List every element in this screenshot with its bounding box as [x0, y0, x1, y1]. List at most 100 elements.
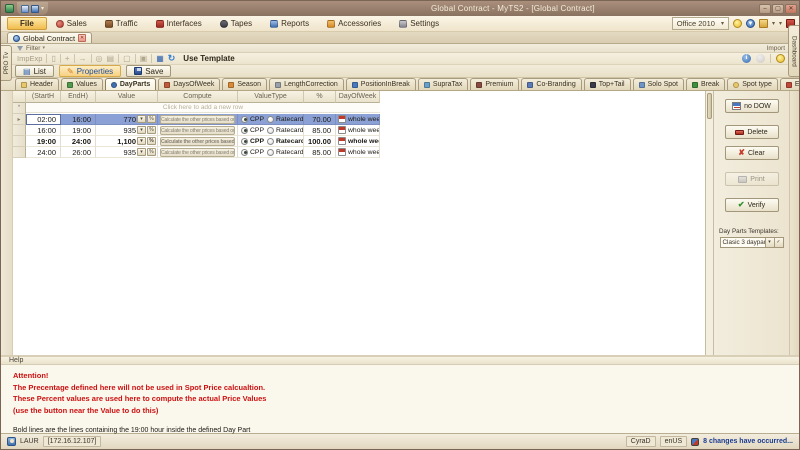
radio-ratecard[interactable]: Ratecard — [267, 138, 304, 145]
ribbon-tab-accessories[interactable]: Accessories — [318, 17, 390, 30]
cell-value[interactable]: 1,100▾% — [96, 136, 158, 147]
tab-lengthcorrection[interactable]: LengthCorrection — [269, 78, 344, 90]
cell-endh[interactable]: 26:00 — [61, 147, 96, 158]
cell-dayofweek[interactable]: whole week — [336, 125, 380, 136]
cell-value[interactable]: 935▾% — [96, 147, 158, 158]
vertical-scrollbar[interactable] — [705, 91, 713, 355]
copy-icon[interactable]: ▢ — [123, 54, 131, 63]
grid-icon[interactable]: ▣ — [140, 54, 148, 63]
ribbon-tab-reports[interactable]: Reports — [261, 17, 318, 30]
tab-daysofweek[interactable]: DaysOfWeek — [158, 78, 220, 90]
ribbon-tab-tapes[interactable]: Tapes — [211, 17, 261, 30]
doc-tab-close-icon[interactable]: ✕ — [78, 34, 86, 42]
tab-dayparts[interactable]: DayParts — [105, 78, 156, 90]
tab-solospot[interactable]: Solo Spot — [633, 78, 684, 90]
cell-dayofweek[interactable]: whole week — [336, 136, 380, 147]
filter-label[interactable]: Filter — [26, 45, 40, 52]
refresh-icon[interactable]: ↻ — [168, 54, 176, 63]
col-header-valuetype[interactable]: ValueType — [238, 91, 304, 103]
compute-prices-button[interactable]: Calculate the other prices based on % — [160, 148, 235, 157]
filter-caret-icon[interactable]: ▾ — [42, 45, 45, 51]
row-selector[interactable] — [13, 136, 26, 147]
col-header-percent[interactable]: % — [304, 91, 336, 103]
templates-dropdown-icon[interactable]: ▾ — [765, 238, 774, 247]
value-dropdown-button[interactable]: ▾ — [137, 126, 146, 134]
cell-dayofweek[interactable]: whole week — [336, 147, 380, 158]
ribbon-tab-traffic[interactable]: Traffic — [96, 17, 147, 30]
cell-value[interactable]: 935▾% — [96, 125, 158, 136]
verify-button[interactable]: ✔Verify — [725, 198, 779, 212]
delete-button[interactable]: Delete — [725, 125, 779, 139]
row-selector[interactable] — [13, 147, 26, 158]
value-compute-button[interactable]: % — [147, 126, 156, 134]
save-button[interactable]: Save — [126, 65, 171, 77]
tab-extrainfo[interactable]: ExtraInfo — [780, 78, 800, 90]
tools-caret-icon[interactable]: ▾ — [779, 20, 782, 27]
cell-value[interactable]: 770▾% — [96, 114, 158, 125]
ribbon-tab-settings[interactable]: Settings — [390, 17, 448, 30]
compute-prices-button[interactable]: Calculate the other prices based on % — [160, 137, 235, 146]
list-button[interactable]: ▤List — [15, 65, 54, 77]
radio-ratecard[interactable]: Ratecard — [267, 149, 304, 156]
row-selector[interactable]: ▸ — [13, 114, 26, 125]
hint-bulb-icon[interactable] — [776, 54, 785, 63]
clear-button[interactable]: ✘Clear — [725, 146, 779, 160]
col-header-value[interactable]: Value — [96, 91, 158, 103]
print-button[interactable]: Print — [725, 172, 779, 186]
close-button[interactable]: ✕ — [785, 4, 797, 14]
row-selector[interactable] — [13, 125, 26, 136]
properties-button[interactable]: ✎Properties — [59, 65, 121, 77]
value-dropdown-button[interactable]: ▾ — [137, 148, 146, 156]
tab-supratax[interactable]: SupraTax — [418, 78, 469, 90]
list-view-icon[interactable]: ▤ — [107, 54, 115, 63]
tab-premium[interactable]: Premium — [470, 78, 519, 90]
cell-starth[interactable]: 02:00 — [26, 114, 61, 125]
radio-ratecard[interactable]: Ratecard — [267, 127, 304, 134]
tab-header[interactable]: Header — [15, 78, 59, 90]
ribbon-tab-file[interactable]: File — [7, 17, 47, 30]
radio-cpp[interactable]: CPP — [241, 149, 264, 156]
value-dropdown-button[interactable]: ▾ — [137, 115, 146, 123]
cell-endh[interactable]: 19:00 — [61, 125, 96, 136]
download-icon[interactable]: ▼ — [746, 19, 755, 28]
folder-icon[interactable] — [759, 19, 768, 28]
minimize-button[interactable]: – — [759, 4, 771, 14]
folder-caret-icon[interactable]: ▾ — [772, 20, 775, 27]
no-dow-button[interactable]: no DOW — [725, 99, 779, 113]
col-header-compute[interactable]: Compute — [158, 91, 238, 103]
tab-positioninbreak[interactable]: PositionInBreak — [346, 78, 416, 90]
delete-row-icon[interactable]: ▯ — [51, 54, 55, 63]
ribbon-tab-sales[interactable]: Sales — [47, 17, 96, 30]
value-dropdown-button[interactable]: ▾ — [137, 137, 146, 145]
cell-percent[interactable]: 100.00 — [304, 136, 336, 147]
template-book-icon[interactable]: ▦ — [156, 54, 164, 63]
dashboard-side-tab[interactable]: Dashboard — [788, 25, 799, 77]
value-compute-button[interactable]: % — [147, 115, 156, 123]
cell-starth[interactable]: 19:00 — [26, 136, 61, 147]
tab-season[interactable]: Season — [222, 78, 267, 90]
status-changes[interactable]: 8 changes have occurred... — [703, 438, 793, 445]
ribbon-tab-interfaces[interactable]: Interfaces — [147, 17, 211, 30]
add-row-icon[interactable]: + — [65, 54, 70, 63]
help-panel-header[interactable]: Help — [1, 355, 799, 365]
add-row[interactable]: Click here to add a new row — [26, 103, 380, 113]
impexp-button[interactable]: ImpExp — [17, 54, 42, 63]
cell-percent[interactable]: 70.00 — [304, 114, 336, 125]
channel-side-tab[interactable]: PRO Tv — [1, 45, 12, 81]
next-row-icon[interactable]: → — [79, 54, 87, 63]
tab-break[interactable]: Break — [686, 78, 725, 90]
office-style-selector[interactable]: Office 2010▾ — [672, 17, 729, 30]
col-header-endh[interactable]: EndH) — [61, 91, 96, 103]
cell-dayofweek[interactable]: whole week — [336, 114, 380, 125]
radio-ratecard[interactable]: Ratecard — [267, 116, 304, 123]
value-compute-button[interactable]: % — [147, 137, 156, 145]
templates-combobox[interactable]: Clasic 3 dayparts ... ▾ ✓ — [720, 237, 784, 248]
quick-undo-icon[interactable] — [31, 5, 39, 13]
radio-cpp[interactable]: CPP — [241, 138, 264, 145]
cell-endh[interactable]: 24:00 — [61, 136, 96, 147]
value-compute-button[interactable]: % — [147, 148, 156, 156]
doc-tab-global-contract[interactable]: Global Contract ✕ — [7, 32, 92, 43]
cell-starth[interactable]: 24:00 — [26, 147, 61, 158]
cell-starth[interactable]: 16:00 — [26, 125, 61, 136]
tab-toptail[interactable]: Top+Tail — [584, 78, 631, 90]
